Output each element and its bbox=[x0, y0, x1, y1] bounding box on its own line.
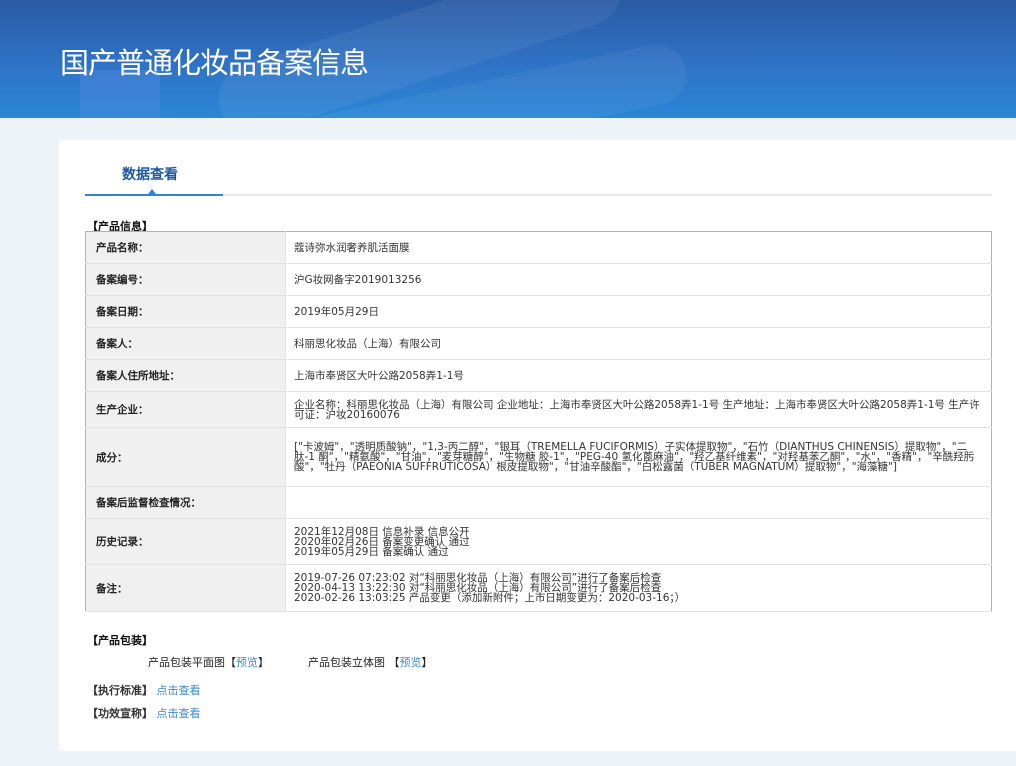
tab-data-view[interactable]: 数据查看 bbox=[122, 164, 178, 184]
content-card: 数据查看 【产品信息】 产品名称： 蔻诗弥水润奢养肌活面膜 备案编号： 沪G妆网备字… bbox=[59, 140, 1016, 751]
row-label: 生产企业： bbox=[85, 391, 286, 428]
bracket: 】 bbox=[258, 656, 269, 669]
packaging-flat-label: 产品包装平面图【 bbox=[148, 656, 236, 669]
history-line: 2020年02月26日 备案变更确认 通过 bbox=[294, 535, 470, 548]
notes-value: 2019-07-26 07:23:02 对“科丽思化妆品（上海）有限公司”进行了… bbox=[285, 564, 992, 612]
table-row: 备案人： 科丽思化妆品（上海）有限公司 bbox=[85, 327, 992, 360]
row-label: 备案日期： bbox=[85, 295, 286, 328]
standard-view-link[interactable]: 点击查看 bbox=[157, 684, 201, 697]
row-label: 备案编号： bbox=[85, 263, 286, 296]
bracket: 】 bbox=[421, 656, 433, 669]
table-row: 备注： 2019-07-26 07:23:02 对“科丽思化妆品（上海）有限公司… bbox=[85, 564, 992, 612]
row-label: 成分： bbox=[85, 427, 286, 487]
row-value: 企业名称：科丽思化妆品（上海）有限公司 企业地址：上海市奉贤区大叶公路2058弄… bbox=[285, 391, 992, 428]
table-row: 备案日期： 2019年05月29日 bbox=[85, 295, 992, 328]
efficacy-row: 【功效宣称】 点击查看 bbox=[87, 705, 201, 721]
row-label: 备注： bbox=[85, 564, 286, 612]
row-value: 沪G妆网备字2019013256 bbox=[285, 263, 992, 296]
efficacy-view-link[interactable]: 点击查看 bbox=[157, 707, 201, 720]
row-label: 备案人住所地址： bbox=[85, 359, 286, 392]
table-row: 生产企业： 企业名称：科丽思化妆品（上海）有限公司 企业地址：上海市奉贤区大叶公路… bbox=[85, 391, 992, 428]
packaging-solid-preview-link[interactable]: 预览 bbox=[400, 656, 422, 669]
row-value: 2019年05月29日 bbox=[285, 295, 992, 328]
row-value: ["卡波姆"，"透明质酸钠"，"1,3-丙二醇"，"银耳（TREMELLA FU… bbox=[285, 427, 992, 487]
table-row: 备案后监督检查情况： bbox=[85, 486, 992, 519]
row-label: 产品名称： bbox=[85, 231, 286, 264]
note-line: 2020-02-26 13:03:25 产品变更（添加新附件；上市日期变更为：2… bbox=[294, 592, 686, 604]
row-label: 备案后监督检查情况： bbox=[85, 486, 286, 519]
efficacy-label: 【功效宣称】 bbox=[87, 707, 153, 720]
table-row: 备案编号： 沪G妆网备字2019013256 bbox=[85, 263, 992, 296]
standard-row: 【执行标准】 点击查看 bbox=[87, 682, 201, 698]
table-row: 历史记录： 2021年12月08日 信息补录 信息公开 2020年02月26日 … bbox=[85, 518, 992, 565]
history-line: 2019年05月29日 备案确认 通过 bbox=[294, 545, 449, 558]
row-value bbox=[285, 486, 992, 519]
table-row: 备案人住所地址： 上海市奉贤区大叶公路2058弄1-1号 bbox=[85, 359, 992, 392]
packaging-heading: 【产品包装】 bbox=[87, 634, 153, 647]
row-label: 备案人： bbox=[85, 327, 286, 360]
packaging-solid: 产品包装立体图 【预览】 bbox=[308, 654, 433, 670]
tab-arrow-icon bbox=[148, 189, 156, 194]
page-header: 国产普通化妆品备案信息 bbox=[0, 0, 1016, 118]
packaging-solid-label: 产品包装立体图 【 bbox=[308, 656, 400, 669]
row-value: 蔻诗弥水润奢养肌活面膜 bbox=[285, 231, 992, 264]
tab-active-indicator bbox=[85, 194, 223, 196]
table-row: 成分： ["卡波姆"，"透明质酸钠"，"1,3-丙二醇"，"银耳（TREMELLA… bbox=[85, 427, 992, 487]
row-value: 科丽思化妆品（上海）有限公司 bbox=[285, 327, 992, 360]
standard-label: 【执行标准】 bbox=[87, 684, 153, 697]
packaging-flat: 产品包装平面图【预览】 bbox=[148, 654, 269, 670]
history-value: 2021年12月08日 信息补录 信息公开 2020年02月26日 备案变更确认… bbox=[285, 518, 992, 565]
product-info-table: 产品名称： 蔻诗弥水润奢养肌活面膜 备案编号： 沪G妆网备字2019013256 备… bbox=[85, 231, 992, 612]
row-value: 上海市奉贤区大叶公路2058弄1-1号 bbox=[285, 359, 992, 392]
page-title: 国产普通化妆品备案信息 bbox=[60, 46, 369, 80]
history-line: 2021年12月08日 信息补录 信息公开 bbox=[294, 525, 470, 538]
table-row: 产品名称： 蔻诗弥水润奢养肌活面膜 bbox=[85, 231, 992, 264]
row-label: 历史记录： bbox=[85, 518, 286, 565]
packaging-flat-preview-link[interactable]: 预览 bbox=[236, 656, 258, 669]
